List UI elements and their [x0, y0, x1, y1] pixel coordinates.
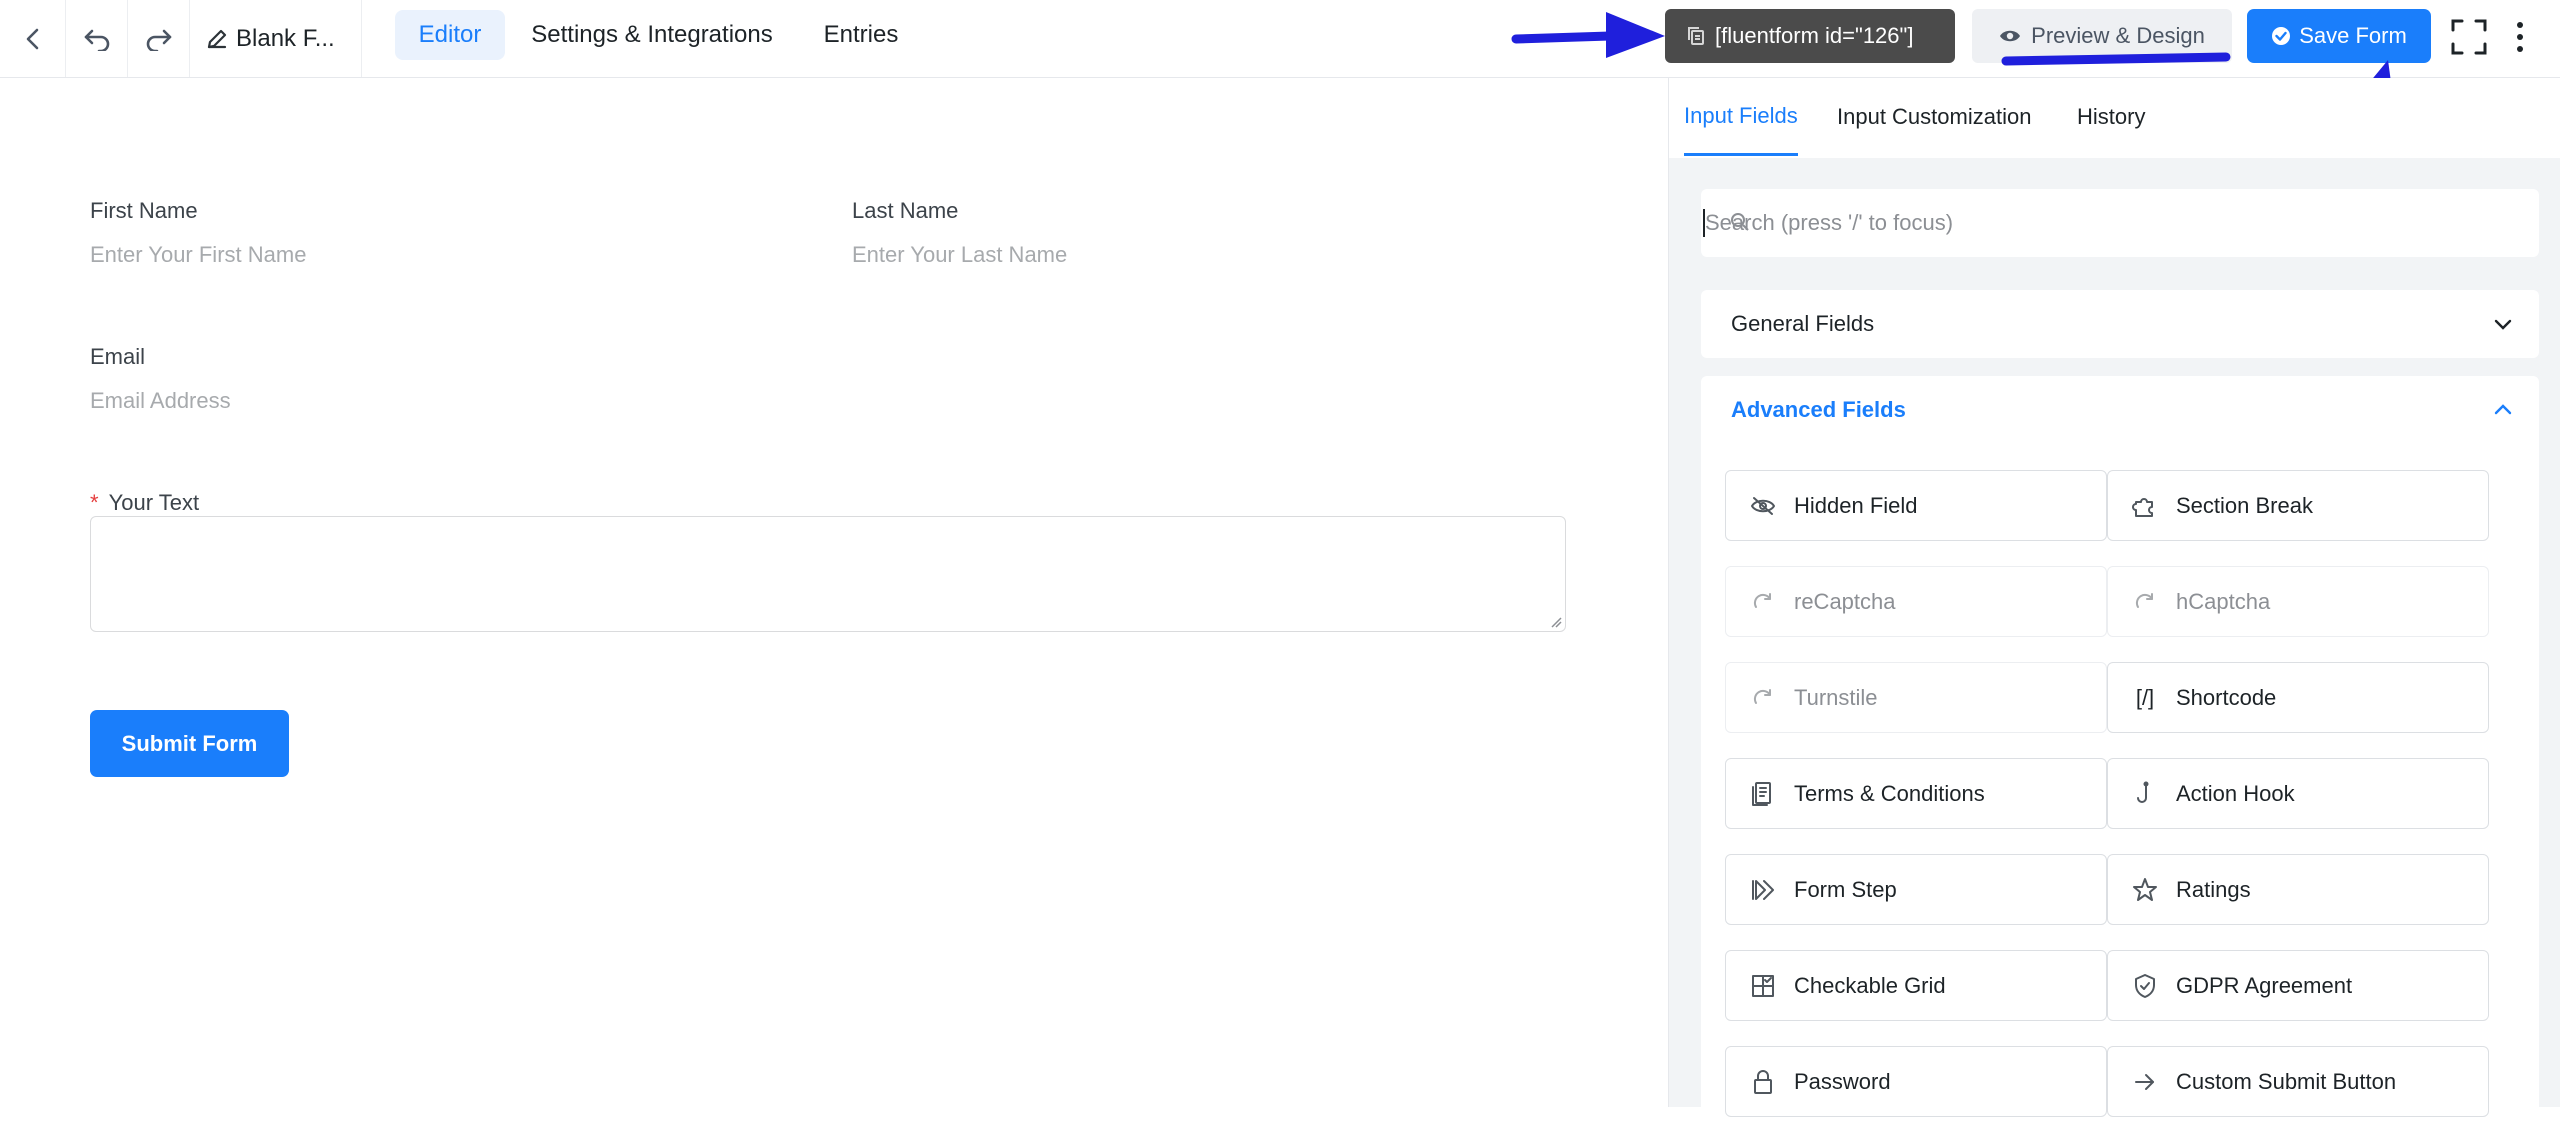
- field-label: Shortcode: [2176, 684, 2277, 710]
- undo-icon: [84, 29, 109, 51]
- field-shortcode[interactable]: [/] Shortcode: [2107, 662, 2489, 733]
- field-form-step[interactable]: Form Step: [1725, 854, 2107, 925]
- shortcode-text: [fluentform id="126"]: [1715, 23, 1914, 48]
- grid-icon: [1748, 971, 1778, 1001]
- captcha-icon: [1748, 683, 1778, 713]
- redo-icon: [146, 29, 171, 51]
- field-hidden[interactable]: Hidden Field: [1725, 470, 2107, 541]
- field-label: Section Break: [2176, 492, 2313, 518]
- panel-tabs: Input Fields Input Customization History: [1669, 78, 2560, 158]
- field-hcaptcha[interactable]: hCaptcha: [2107, 566, 2489, 637]
- puzzle-icon: [2130, 491, 2160, 521]
- save-form-button[interactable]: Save Form: [2247, 9, 2431, 63]
- first-name-label: First Name: [90, 198, 198, 223]
- tab-input-customization[interactable]: Input Customization: [1837, 78, 2031, 156]
- preview-design-button[interactable]: Preview & Design: [1972, 9, 2232, 63]
- arrow-right-icon: [2130, 1067, 2160, 1097]
- field-checkable-grid[interactable]: Checkable Grid: [1725, 950, 2107, 1021]
- undo-button[interactable]: [66, 0, 128, 77]
- field-label: hCaptcha: [2176, 588, 2271, 614]
- first-name-input[interactable]: Enter Your First Name: [90, 242, 306, 268]
- field-label: Action Hook: [2176, 780, 2295, 806]
- eye-slash-icon: [1748, 491, 1778, 521]
- shield-icon: [2130, 971, 2160, 1001]
- tab-settings-integrations[interactable]: Settings & Integrations: [518, 10, 786, 60]
- field-panel: Input Fields Input Customization History…: [1668, 78, 2560, 1136]
- field-custom-submit-button[interactable]: Custom Submit Button: [2107, 1046, 2489, 1117]
- form-title[interactable]: Blank F...: [190, 0, 362, 77]
- form-canvas: First Name Enter Your First Name Last Na…: [0, 78, 1668, 1107]
- hook-icon: [2130, 779, 2160, 809]
- required-asterisk: *: [90, 490, 99, 515]
- email-label: Email: [90, 344, 146, 369]
- field-ratings[interactable]: Ratings: [2107, 854, 2489, 925]
- chevron-down-icon: [2494, 319, 2512, 330]
- top-bar: Blank F... Editor Settings & Integration…: [0, 0, 2560, 78]
- shortcode-copy-button[interactable]: [fluentform id="126"]: [1665, 9, 1955, 63]
- last-name-label: Last Name: [852, 198, 959, 223]
- field-recaptcha[interactable]: reCaptcha: [1725, 566, 2107, 637]
- email-input[interactable]: Email Address: [90, 388, 231, 414]
- search-icon: [1731, 213, 1749, 231]
- field-label: Ratings: [2176, 876, 2251, 902]
- shortcode-icon: [/]: [2135, 684, 2155, 710]
- your-text-label: * Your Text: [90, 490, 199, 516]
- your-text-label-text: Your Text: [108, 490, 200, 515]
- redo-button[interactable]: [128, 0, 190, 77]
- your-text-textarea[interactable]: [90, 516, 1566, 632]
- more-options-button[interactable]: [2505, 16, 2535, 58]
- fullscreen-icon: [2451, 19, 2487, 55]
- preview-design-label: Preview & Design: [2031, 23, 2205, 48]
- field-label: Hidden Field: [1794, 492, 1918, 518]
- tab-input-fields[interactable]: Input Fields: [1684, 78, 1798, 156]
- field-label: GDPR Agreement: [2176, 972, 2353, 998]
- field-section-break[interactable]: Section Break: [2107, 470, 2489, 541]
- captcha-icon: [2130, 587, 2160, 617]
- field-label: Terms & Conditions: [1794, 780, 1985, 806]
- tab-history[interactable]: History: [2077, 78, 2145, 156]
- form-title-text: Blank F...: [236, 24, 335, 52]
- general-fields-heading: General Fields: [1731, 311, 1875, 336]
- field-label: Turnstile: [1794, 684, 1878, 710]
- pencil-icon: [207, 29, 227, 48]
- field-gdpr-agreement[interactable]: GDPR Agreement: [2107, 950, 2489, 1021]
- step-icon: [1748, 875, 1778, 905]
- chevron-left-icon: [26, 28, 38, 49]
- captcha-icon: [1748, 587, 1778, 617]
- last-name-input[interactable]: Enter Your Last Name: [852, 242, 1067, 268]
- chevron-up-icon[interactable]: [2491, 398, 2515, 422]
- field-label: Checkable Grid: [1794, 972, 1946, 998]
- save-form-label: Save Form: [2299, 23, 2407, 48]
- dot-icon: [2517, 34, 2523, 40]
- submit-form-button[interactable]: Submit Form: [90, 710, 289, 777]
- document-icon: [1748, 779, 1778, 809]
- tab-editor[interactable]: Editor: [395, 10, 505, 60]
- resize-handle-icon[interactable]: [1550, 616, 1562, 628]
- search-input[interactable]: Search (press '/' to focus): [1701, 189, 2539, 257]
- dot-icon: [2517, 46, 2523, 52]
- field-label: Password: [1794, 1068, 1891, 1094]
- field-action-hook[interactable]: Action Hook: [2107, 758, 2489, 829]
- fullscreen-button[interactable]: [2448, 16, 2490, 58]
- field-turnstile[interactable]: Turnstile: [1725, 662, 2107, 733]
- field-password[interactable]: Password: [1725, 1046, 2107, 1117]
- check-circle-icon: [2272, 27, 2291, 45]
- dot-icon: [2517, 22, 2523, 28]
- eye-icon: [2000, 30, 2021, 42]
- general-fields-group[interactable]: General Fields: [1701, 290, 2539, 358]
- advanced-fields-heading[interactable]: Advanced Fields: [1731, 376, 1906, 444]
- field-label: reCaptcha: [1794, 588, 1896, 614]
- back-button[interactable]: [0, 0, 66, 77]
- lock-icon: [1748, 1067, 1778, 1097]
- copy-icon: [1688, 27, 1704, 45]
- field-terms-conditions[interactable]: Terms & Conditions: [1725, 758, 2107, 829]
- field-label: Custom Submit Button: [2176, 1068, 2397, 1094]
- tab-entries[interactable]: Entries: [806, 10, 916, 60]
- star-icon: [2130, 875, 2160, 905]
- field-label: Form Step: [1794, 876, 1897, 902]
